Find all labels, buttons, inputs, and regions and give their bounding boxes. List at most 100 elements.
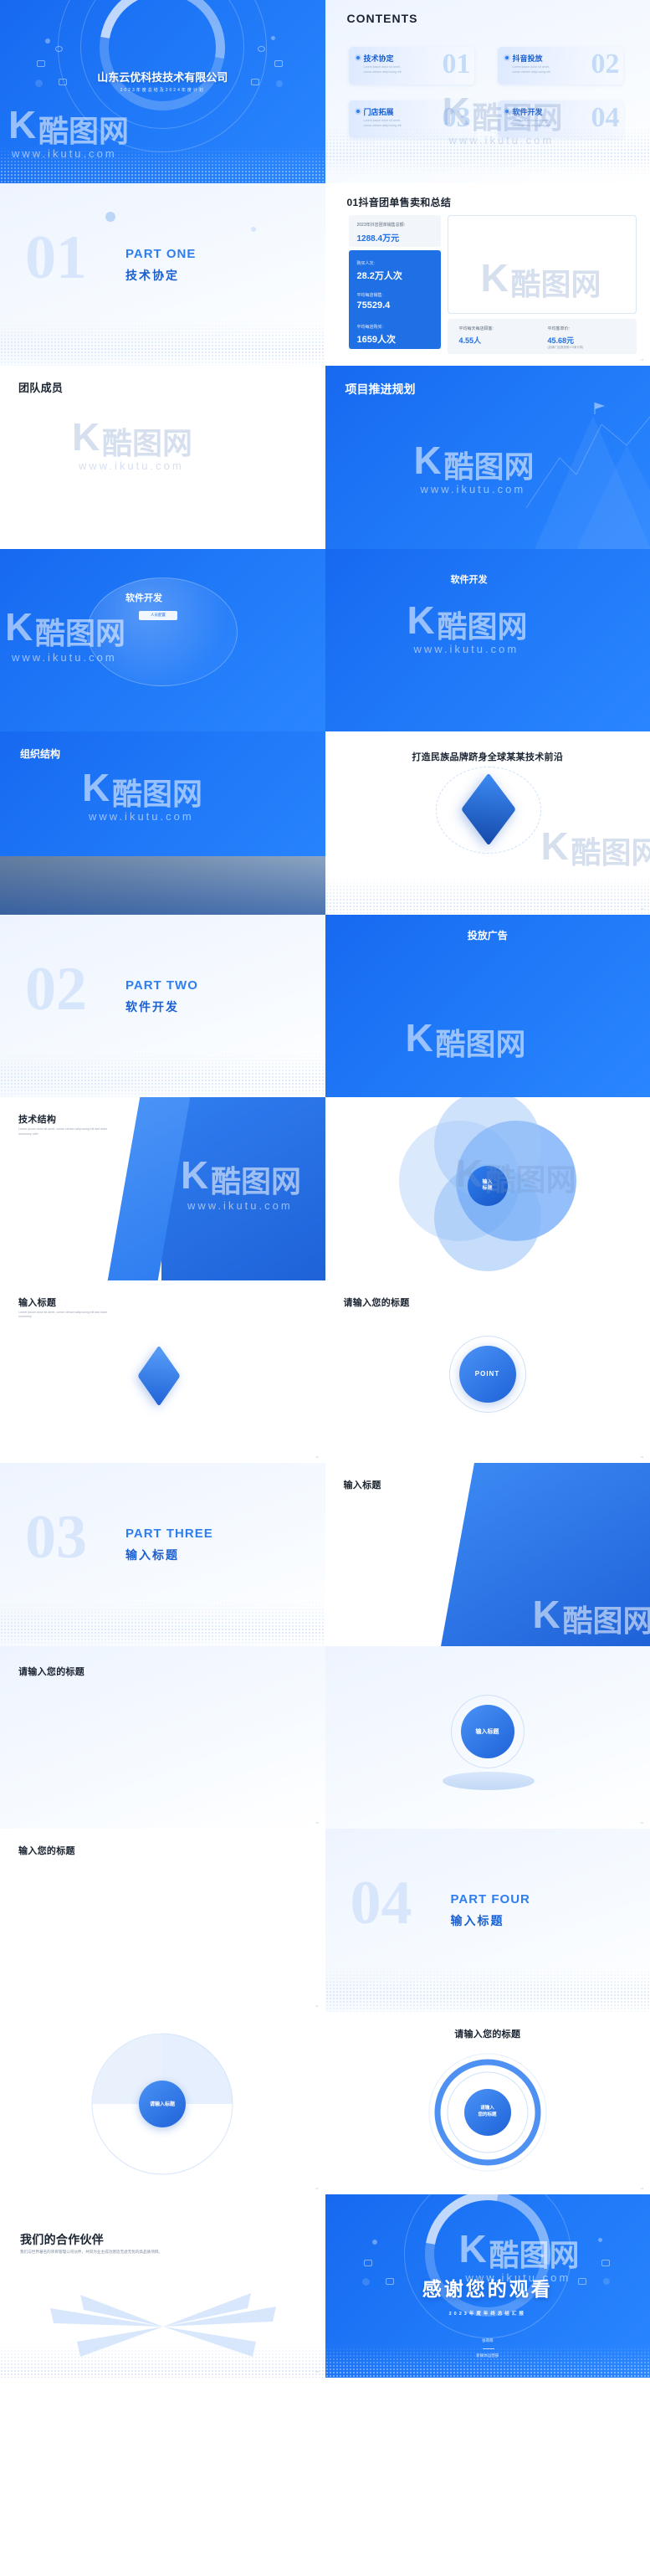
slide-part-four[interactable]: 04 PART FOUR 输入标题 [325,1829,650,2012]
part-number: 04 [350,1869,412,1937]
slide-part-two[interactable]: 02 PART TWO 软件开发 [0,914,325,1097]
slide-team[interactable]: 团队成员 K 酷图网 www.ikutu.com [0,366,325,549]
team-title: 团队成员 [18,382,64,394]
bubble-icon [597,2238,602,2242]
slide-brand[interactable]: 打造民族品牌跻身全球某某技术前沿 10 K 酷图网 [325,731,650,915]
slide-deck: 山东云优科技技术有限公司 2023年度总结及2024年度计划 K 酷图网 www… [0,0,650,2378]
bullet-dot-icon [356,110,360,113]
douyin-bar-chart [447,214,637,314]
foot-daily-label: 平均每天每店顾客: [458,326,494,331]
contents-title: CONTENTS [346,12,418,25]
stat-blue-card: 购买人次: 28.2万人次 平均每店销售: 75529.4 平均每店购买: 16… [348,249,441,349]
slide-tech-structure[interactable]: 技术结构 Lorem ipsum dolor sit amet, conse c… [0,1097,325,1280]
contents-item-desc: Lorem ipsum dolor sit amet, conse ctetue… [512,65,550,74]
bubble-icon [45,38,50,44]
slide-donut[interactable]: 请输入您的标题 请输入 您的标题 24 [325,2011,650,2194]
part-number: 03 [25,1503,87,1572]
stat-total-card: 2023年抖音团单销售总额: 1288.4万元 [348,214,441,247]
slide-part-one[interactable]: 01 PART ONE 技术协定 [0,182,325,366]
stat-avg-store-value: 75529.4 [356,300,391,310]
douyin-footer-stats: 平均每天每店顾客: 4.55人 平均客单价: 45.68元 (店铺/门店数按照1… [447,318,637,354]
slide-partners[interactable]: 我们的合作伙伴 我们与世界著名的项目管理公司伙伴，共同为业主成功建造无虑无忧的高… [0,2194,325,2378]
part-kicker: PART ONE [125,246,197,261]
slide-org[interactable]: 组织结构 K 酷图网 www.ikutu.com [0,731,325,915]
part-kicker: PART TWO [125,978,198,993]
slide-arrows[interactable]: 输入您的标题 21 [0,1829,325,2012]
part-number: 01 [25,223,87,292]
slide-bars3d[interactable]: 输入标题 K 酷图网 [325,1463,650,1646]
part-title: 输入标题 [125,1548,179,1562]
bullet-dot-icon [504,110,509,113]
thanks-title: 感谢您的观看 [422,2278,553,2300]
slide-cube[interactable]: 输入标题 Lorem ipsum dolor sit amet, conse c… [0,1280,325,1463]
page-number: 10 [640,906,643,911]
slide-software-grid[interactable]: 软件开发 K 酷图网 www.ikutu.com [325,548,650,731]
contents-item-number: 01 [442,49,471,80]
contents-item-desc: Lorem ipsum dolor sit amet, conse ctetue… [363,65,402,74]
chat-icon [601,2260,610,2266]
chat-icon [274,60,283,67]
thanks-subtitle: 2023年度年终总结汇报 [448,2312,526,2317]
thanks-ring-outer-icon [403,2194,571,2338]
page-number: 15 [315,1455,319,1459]
bubble-icon [271,36,275,40]
part-title: 输入标题 [450,1914,504,1927]
slide-part-three[interactable]: 03 PART THREE 输入标题 [0,1463,325,1646]
stat-buyers-value: 28.2万人次 [356,270,402,281]
slide-wheel[interactable]: 请输入标题 23 [0,2011,325,2194]
slide-thanks[interactable]: 感谢您的观看 2023年度年终总结汇报 张萌萌 新媒体运营部 K 酷图网 www… [325,2194,650,2378]
page-number: 21 [315,2004,319,2008]
thanks-author: 张萌萌 [482,2338,494,2343]
stat-avg-store-label: 平均每店销售: [356,292,383,298]
page-number: 20 [640,1821,643,1824]
foot-price-note: (店铺/门店数按照170家计算) [547,345,584,349]
slide-podium[interactable]: 输入标题 20 [325,1645,650,1829]
slide-point[interactable]: 请输入您的标题 POINT 16 [325,1280,650,1463]
contents-item-2[interactable]: 02 抖音投放 Lorem ipsum dolor sit amet, cons… [497,47,623,85]
contents-item-label: 门店拓展 [363,108,394,116]
contents-item-label: 技术协定 [363,54,394,63]
part-kicker: PART THREE [125,1527,213,1541]
page-number: 24 [640,2187,643,2190]
office-photo-strip [0,855,325,915]
slide-contents[interactable]: CONTENTS 01 技术协定 Lorem ipsum dolor sit a… [325,0,650,183]
contents-item-1[interactable]: 01 技术协定 Lorem ipsum dolor sit amet, cons… [348,47,474,85]
foot-price-label: 平均客单价: [547,326,570,331]
page-number: 25 [315,2369,319,2373]
part-number: 02 [25,954,87,1024]
slide-douyin-summary[interactable]: 01抖音团单售卖和总结 2023年抖音团单销售总额: 1288.4万元 购买人次… [325,182,650,366]
chat-round-icon [258,46,265,52]
page-number: 16 [640,1455,643,1459]
page-number: 23 [315,2187,319,2190]
slide-software-circle[interactable]: 软件开发 人员配置 K 酷图网 www.ikutu.com [0,548,325,731]
contents-item-number: 02 [591,49,620,80]
stat-buyers-label: 购买人次: [356,260,375,266]
bullet-dot-icon [356,56,360,59]
chat-icon [37,60,45,67]
bullet-dot-icon [504,56,509,59]
page-number: 19 [315,1821,319,1824]
watermark-k: K [8,103,38,146]
part-title: 软件开发 [125,999,179,1013]
bubble-icon [371,2240,377,2245]
stat-avg-buy-value: 1659人次 [356,334,396,345]
chat-icon [363,2260,372,2266]
contents-item-label: 软件开发 [512,108,543,116]
cover-company-name: 山东云优科技技术有限公司 [97,71,228,84]
slide-roadmap[interactable]: 项目推进规划 K 酷图网 www.ikutu.com [325,366,650,549]
contents-item-label: 抖音投放 [512,54,543,63]
cover-subtitle: 2023年度总结及2024年度计划 [120,88,205,93]
stat-total-value: 1288.4万元 [356,233,400,244]
douyin-title: 01抖音团单售卖和总结 [346,196,452,208]
bubble-icon [251,226,256,232]
part-title: 技术协定 [125,268,179,282]
slide-three-col[interactable]: 请输入您的标题 19 [0,1645,325,1829]
part-kicker: PART FOUR [450,1892,530,1906]
stat-avg-buy-label: 平均每店购买: [356,324,383,330]
slide-cover[interactable]: 山东云优科技技术有限公司 2023年度总结及2024年度计划 K 酷图网 www… [0,0,325,183]
slide-ads[interactable]: 投放广告 K 酷图网 [325,914,650,1097]
slide-venn[interactable]: 输入 标题 K 酷图网 [325,1097,650,1280]
foot-daily-value: 4.55人 [458,336,482,345]
chat-round-icon [55,46,63,52]
stat-total-label: 2023年抖音团单销售总额: [356,222,406,228]
